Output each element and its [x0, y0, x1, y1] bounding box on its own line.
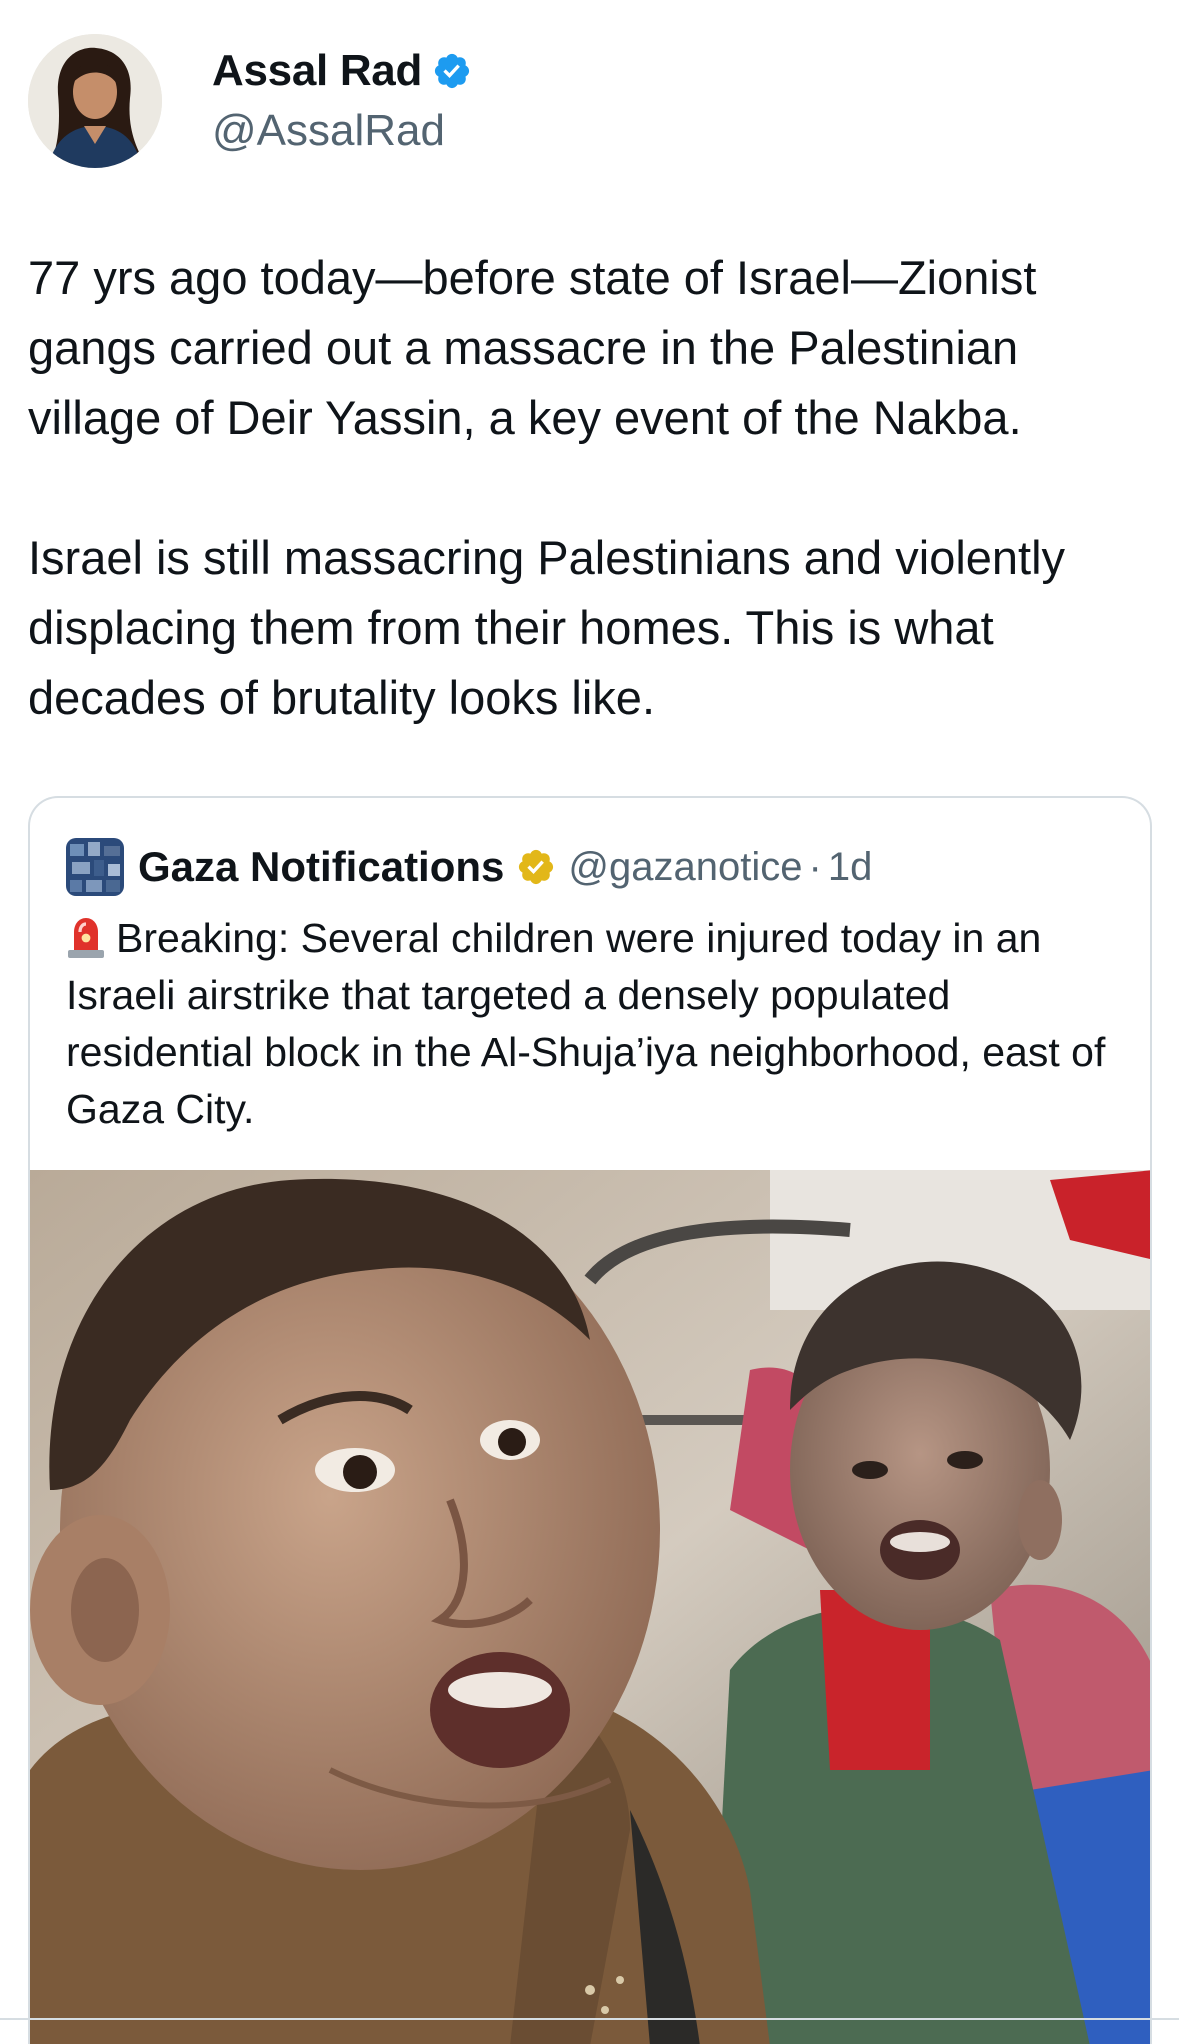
quoted-author-avatar[interactable]	[66, 838, 124, 896]
author-handle[interactable]: @AssalRad	[212, 106, 472, 156]
meta-separator: ·	[808, 844, 822, 889]
author-name[interactable]: Assal Rad	[212, 46, 422, 96]
verified-badge-gold-icon	[519, 849, 554, 885]
tweet-header: Assal Rad @AssalRad	[28, 34, 472, 168]
quoted-tweet-header: Gaza Notifications @gazanotice · 1d	[66, 838, 872, 896]
quoted-author-handle[interactable]: @gazanotice	[568, 845, 802, 890]
quoted-tweet-card[interactable]: Gaza Notifications @gazanotice · 1d Brea…	[28, 796, 1152, 2044]
quoted-tweet-text: Breaking: Several children were injured …	[66, 915, 1106, 1132]
police-light-icon	[68, 918, 104, 958]
tweet-paragraph-1: 77 yrs ago today—before state of Israel—…	[28, 251, 1037, 444]
quoted-tweet-body: Breaking: Several children were injured …	[66, 910, 1126, 1138]
quoted-tweet-time[interactable]: 1d	[828, 845, 873, 890]
bottom-divider	[0, 2018, 1179, 2020]
tweet-body: 77 yrs ago today—before state of Israel—…	[28, 243, 1158, 733]
quoted-tweet-media-image[interactable]	[30, 1170, 1150, 2044]
tweet-paragraph-2: Israel is still massacring Palestinians …	[28, 531, 1066, 724]
quoted-author-name[interactable]: Gaza Notifications	[138, 843, 504, 891]
author-avatar[interactable]	[28, 34, 162, 168]
verified-badge-icon	[434, 53, 470, 89]
